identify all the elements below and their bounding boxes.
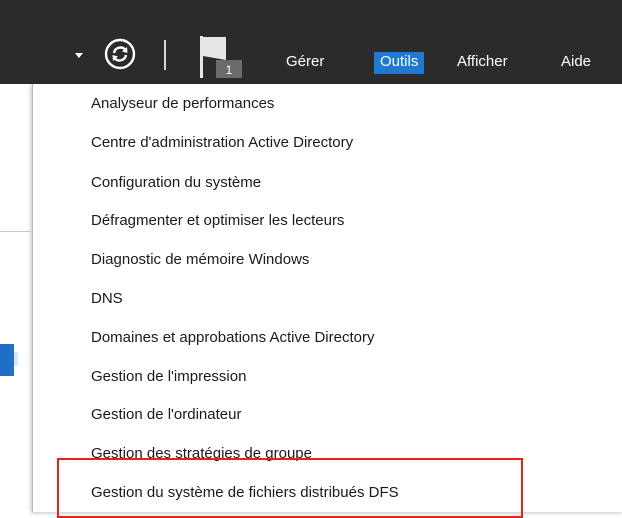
tools-dropdown-menu: Analyseur de performances Centre d'admin… [32, 84, 622, 512]
menu-outils[interactable]: Outils [374, 52, 425, 74]
menu-item-domaines-approbations[interactable]: Domaines et approbations Active Director… [91, 325, 374, 351]
menu-item-defragmenter[interactable]: Défragmenter et optimiser les lecteurs [91, 208, 344, 234]
header-bar: 1 Gérer Outils Afficher Aide [0, 0, 622, 92]
background-pane [0, 84, 30, 512]
chevron-down-icon[interactable] [75, 53, 83, 58]
menu-item-dns[interactable]: DNS [91, 286, 123, 312]
menu-gerer[interactable]: Gérer [280, 52, 330, 74]
menu-item-analyseur-performances[interactable]: Analyseur de performances [91, 91, 274, 117]
header-separator [164, 40, 166, 70]
background-selected-item [0, 344, 14, 376]
menu-afficher[interactable]: Afficher [451, 52, 514, 74]
menu-item-configuration-systeme[interactable]: Configuration du système [91, 170, 261, 196]
menu-item-centre-admin-ad[interactable]: Centre d'administration Active Directory [91, 130, 353, 156]
menu-aide[interactable]: Aide [555, 52, 597, 74]
background-selected-edge [14, 352, 18, 366]
menu-item-gestion-strategies-groupe[interactable]: Gestion des stratégies de groupe [91, 441, 312, 467]
notification-count: 1 [226, 63, 233, 77]
refresh-icon[interactable] [104, 38, 136, 70]
menu-item-diagnostic-memoire[interactable]: Diagnostic de mémoire Windows [91, 247, 309, 273]
background-divider [0, 231, 30, 232]
menu-item-gestion-ordinateur[interactable]: Gestion de l'ordinateur [91, 402, 241, 428]
flag-icon[interactable]: 1 [196, 34, 244, 80]
menu-item-gestion-impression[interactable]: Gestion de l'impression [91, 364, 246, 390]
menu-item-gestion-dfs[interactable]: Gestion du système de fichiers distribué… [91, 480, 399, 506]
